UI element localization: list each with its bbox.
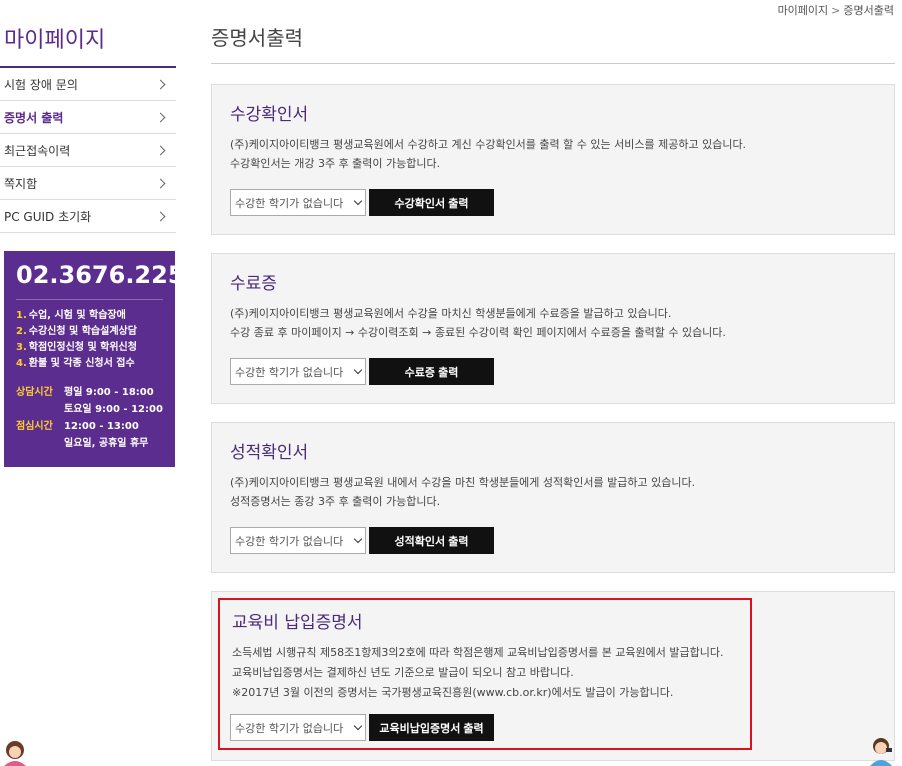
chevron-right-icon bbox=[155, 112, 166, 122]
girl-character-icon bbox=[4, 741, 26, 766]
main-content: 증명서출력 수강확인서 (주)케이지아이티뱅크 평생교육원에서 수강하고 계신 … bbox=[211, 0, 895, 761]
contact-phone: 02.3676.2255 bbox=[16, 261, 201, 300]
certificate-description: (주)케이지아이티뱅크 평생교육원에서 수강하고 계신 수강확인서를 출력 할 … bbox=[230, 138, 747, 170]
certificate-description: (주)케이지아이티뱅크 평생교육원에서 수강을 마치신 학생분들에게 수료증을 … bbox=[230, 307, 726, 339]
print-enrollment-button[interactable]: 수강확인서 출력 bbox=[369, 189, 494, 216]
chevron-right-icon bbox=[155, 145, 166, 155]
chevron-down-icon bbox=[353, 365, 363, 375]
certificate-section-enrollment: 수강확인서 (주)케이지아이티뱅크 평생교육원에서 수강하고 계신 수강확인서를… bbox=[211, 84, 895, 235]
certificate-section-grades: 성적확인서 (주)케이지아이티뱅크 평생교육원 내에서 수강을 마친 학생분들에… bbox=[211, 422, 895, 573]
print-grades-button[interactable]: 성적확인서 출력 bbox=[369, 527, 494, 554]
sidebar-item-label: 쪽지함 bbox=[4, 176, 38, 191]
sidebar-item-label: PC GUID 초기화 bbox=[4, 209, 92, 224]
sidebar-item-pc-guid-reset[interactable]: PC GUID 초기화 bbox=[0, 200, 176, 233]
lunch-time: 12:00 - 13:00 bbox=[64, 421, 139, 432]
certificate-section-tuition-payment: 교육비 납입증명서 소득세법 시행규칙 제58조1항제3의2호에 따라 학점은행… bbox=[211, 591, 895, 761]
certificate-title: 수강확인서 bbox=[230, 105, 309, 125]
sidebar-title: 마이페이지 bbox=[0, 0, 176, 68]
sidebar-item-messages[interactable]: 쪽지함 bbox=[0, 167, 176, 200]
chevron-down-icon bbox=[353, 721, 363, 731]
certificate-title: 교육비 납입증명서 bbox=[232, 613, 363, 633]
contact-service-item: 1. 수업, 시험 및 학습장애 bbox=[16, 310, 126, 321]
sidebar-item-certificate-print[interactable]: 증명서 출력 bbox=[0, 101, 176, 134]
semester-select[interactable]: 수강한 학기가 없습니다 bbox=[230, 189, 366, 216]
sidebar: 마이페이지 시험 장애 문의 증명서 출력 최근접속이력 쪽지함 PC GUID… bbox=[0, 0, 176, 233]
certificate-title: 수료증 bbox=[230, 274, 277, 294]
certificate-section-completion: 수료증 (주)케이지아이티뱅크 평생교육원에서 수강을 마치신 학생분들에게 수… bbox=[211, 253, 895, 404]
semester-select[interactable]: 수강한 학기가 없습니다 bbox=[230, 527, 366, 554]
sidebar-item-label: 증명서 출력 bbox=[4, 110, 64, 125]
chevron-down-icon bbox=[353, 196, 363, 206]
sidebar-item-recent-access[interactable]: 최근접속이력 bbox=[0, 134, 176, 167]
contact-service-item: 2. 수강신청 및 학습설계상담 bbox=[16, 326, 137, 337]
chevron-down-icon bbox=[353, 534, 363, 544]
contact-service-list: 1. 수업, 시험 및 학습장애 2. 수강신청 및 학습설계상담 3. 학점인정신청… bbox=[16, 308, 163, 372]
contact-service-item: 3. 학점인정신청 및 학위신청 bbox=[16, 342, 137, 353]
consult-hours-label: 상담시간 bbox=[16, 387, 53, 398]
holiday-note: 일요일, 공휴일 휴무 bbox=[64, 438, 149, 449]
chevron-right-icon bbox=[155, 178, 166, 188]
boy-character-icon bbox=[870, 738, 892, 766]
chevron-right-icon bbox=[155, 211, 166, 221]
certificate-description: 소득세법 시행규칙 제58조1항제3의2호에 따라 학점은행제 교육비납입증명서… bbox=[232, 646, 724, 699]
contact-hours: 상담시간 평일 9:00 - 18:00 토요일 9:00 - 12:00 점심시… bbox=[16, 384, 163, 452]
certificate-title: 성적확인서 bbox=[230, 443, 309, 463]
consult-saturday: 토요일 9:00 - 12:00 bbox=[64, 404, 163, 415]
semester-select[interactable]: 수강한 학기가 없습니다 bbox=[230, 358, 366, 385]
print-completion-button[interactable]: 수료증 출력 bbox=[369, 358, 494, 385]
print-tuition-payment-button[interactable]: 교육비납입증명서 출력 bbox=[369, 714, 494, 741]
contact-info-box: 02.3676.2255 1. 수업, 시험 및 학습장애 2. 수강신청 및 학습… bbox=[4, 251, 201, 467]
sidebar-item-label: 시험 장애 문의 bbox=[4, 77, 78, 92]
lunch-hours-label: 점심시간 bbox=[16, 421, 53, 432]
chevron-right-icon bbox=[155, 79, 166, 89]
consult-weekday: 평일 9:00 - 18:00 bbox=[64, 387, 154, 398]
page-title: 증명서출력 bbox=[211, 0, 895, 64]
sidebar-item-label: 최근접속이력 bbox=[4, 143, 71, 158]
contact-service-item: 4. 환불 및 각종 신청서 접수 bbox=[16, 358, 135, 369]
certificate-description: (주)케이지아이티뱅크 평생교육원 내에서 수강을 마친 학생분들에게 성적확인… bbox=[230, 476, 696, 508]
semester-select[interactable]: 수강한 학기가 없습니다 bbox=[230, 714, 366, 741]
sidebar-item-exam-issue[interactable]: 시험 장애 문의 bbox=[0, 68, 176, 101]
